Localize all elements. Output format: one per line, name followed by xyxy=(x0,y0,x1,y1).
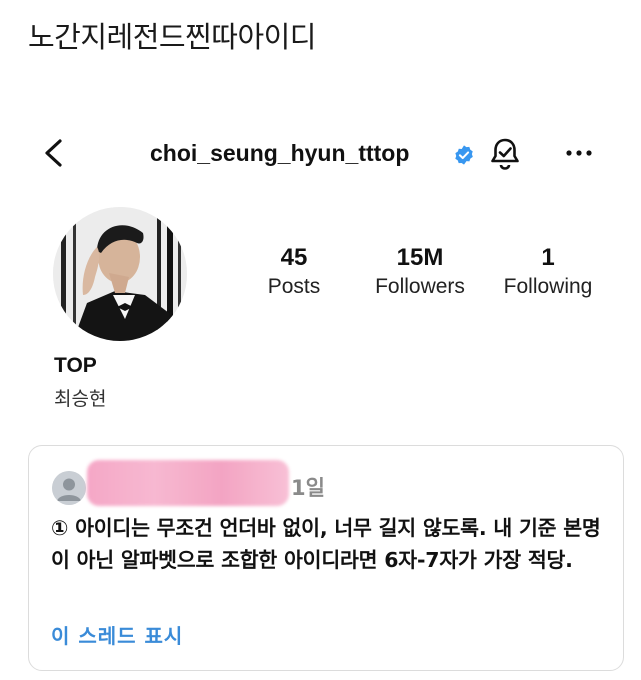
comment-text: ① 아이디는 무조건 언더바 없이, 너무 길지 않도록. 내 기준 본명이 아… xyxy=(51,516,601,572)
following-count: 1 xyxy=(541,244,555,271)
followers-count: 15M xyxy=(396,244,444,271)
following-label: Following xyxy=(503,275,593,298)
view-thread-link[interactable]: 이 스레드 표시 xyxy=(51,620,183,649)
verified-badge-icon xyxy=(455,145,473,165)
post-title: 노간지레전드찐따아이디 xyxy=(28,20,316,54)
redacted-username xyxy=(87,460,289,506)
followers-label: Followers xyxy=(375,275,465,298)
stat-following[interactable]: 1 Following xyxy=(494,243,602,301)
notification-bell-icon[interactable] xyxy=(487,136,523,172)
more-options-icon[interactable] xyxy=(563,138,595,168)
chevron-left-icon[interactable] xyxy=(40,135,70,171)
default-user-icon xyxy=(52,471,86,505)
avatar[interactable] xyxy=(53,207,187,341)
profile-header: choi_seung_hyun_tttop xyxy=(0,128,641,178)
stat-followers[interactable]: 15M Followers xyxy=(365,243,475,301)
profile-korean-name: 최승현 xyxy=(54,388,107,410)
comment-time: 1일 xyxy=(291,476,325,500)
posts-count: 45 xyxy=(280,244,308,271)
stat-posts[interactable]: 45 Posts xyxy=(250,243,338,301)
profile-display-name: TOP xyxy=(54,354,97,377)
profile-photo xyxy=(53,207,187,341)
posts-label: Posts xyxy=(267,275,321,298)
profile-username: choi_seung_hyun_tttop xyxy=(150,140,410,166)
commenter-avatar[interactable] xyxy=(52,471,86,505)
comment-card: 1일 ① 아이디는 무조건 언더바 없이, 너무 길지 않도록. 내 기준 본명… xyxy=(28,445,624,671)
